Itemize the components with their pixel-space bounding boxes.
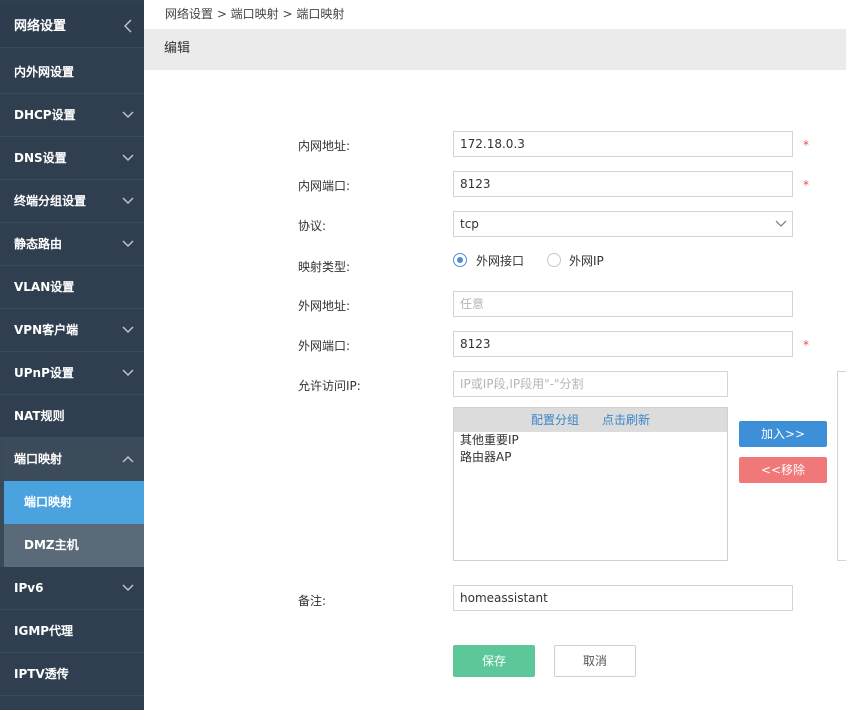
map-type-label: 映射类型:: [298, 260, 351, 274]
chevron-down-icon: [122, 369, 134, 376]
sidebar-subitem-label: 端口映射: [24, 495, 73, 509]
allow-ip-label: 允许访问IP:: [298, 379, 361, 393]
add-button[interactable]: 加入>>: [739, 421, 827, 447]
sidebar-item-nat[interactable]: NAT规则: [0, 395, 144, 438]
remark-input[interactable]: homeassistant: [453, 585, 793, 611]
sidebar-item-igmp[interactable]: IGMP代理: [0, 610, 144, 653]
group-listbox[interactable]: 配置分组 点击刷新 其他重要IP 路由器AP: [453, 407, 728, 561]
chevron-down-icon: [122, 326, 134, 333]
wan-port-input[interactable]: 8123: [453, 331, 793, 357]
remove-button[interactable]: <<移除: [739, 457, 827, 483]
sidebar-item-port-mapping[interactable]: 端口映射: [0, 438, 144, 481]
map-type-radio-wan-interface[interactable]: [453, 253, 467, 267]
lan-ip-input[interactable]: 172.18.0.3: [453, 131, 793, 157]
chevron-up-icon: [122, 456, 134, 463]
required-mark: *: [803, 178, 809, 192]
wan-port-label: 外网端口:: [298, 339, 351, 353]
lan-port-label: 内网端口:: [298, 179, 351, 193]
sidebar-header-network-settings[interactable]: 网络设置: [0, 5, 144, 48]
map-type-option-label: 外网接口: [476, 254, 525, 268]
sidebar-subitem-dmz[interactable]: DMZ主机: [4, 524, 144, 567]
sidebar-item-label: DNS设置: [14, 151, 67, 165]
sidebar-item-label: 内外网设置: [14, 65, 75, 79]
chevron-down-icon: [122, 584, 134, 591]
sidebar-item-label: VPN客户端: [14, 323, 79, 337]
required-mark: *: [803, 338, 809, 352]
page-title: 编辑: [144, 29, 846, 70]
sidebar-header-label: 网络设置: [14, 19, 67, 34]
sidebar-subitem-label: DMZ主机: [24, 538, 79, 552]
breadcrumb: 网络设置 > 端口映射 > 端口映射: [165, 7, 345, 21]
allow-ip-input[interactable]: IP或IP段,IP段用"-"分割: [453, 371, 728, 397]
selected-ip-listbox[interactable]: [837, 371, 846, 561]
protocol-select[interactable]: tcp: [453, 211, 793, 237]
wan-addr-label: 外网地址:: [298, 299, 351, 313]
chevron-down-icon: [122, 154, 134, 161]
listbox-header: 配置分组 点击刷新: [454, 408, 727, 432]
sidebar-item-static-route[interactable]: 静态路由: [0, 223, 144, 266]
sidebar-item-terminal-group[interactable]: 终端分组设置: [0, 180, 144, 223]
sidebar-item-dns[interactable]: DNS设置: [0, 137, 144, 180]
chevron-down-icon: [122, 240, 134, 247]
lan-port-input[interactable]: 8123: [453, 171, 793, 197]
sidebar-item-label: 终端分组设置: [14, 194, 87, 208]
sidebar-item-label: VLAN设置: [14, 280, 75, 294]
sidebar-item-label: 端口映射: [14, 452, 63, 466]
sidebar-item-iptv[interactable]: IPTV透传: [0, 653, 144, 696]
sidebar-item-label: IGMP代理: [14, 624, 74, 638]
chevron-left-icon: [124, 19, 132, 33]
sidebar-item-upnp[interactable]: UPnP设置: [0, 352, 144, 395]
chevron-down-icon: [122, 197, 134, 204]
remark-label: 备注:: [298, 594, 327, 608]
sidebar-item-vpn-client[interactable]: VPN客户端: [0, 309, 144, 352]
sidebar-item-lan-wan[interactable]: 内外网设置: [0, 51, 144, 94]
cancel-button[interactable]: 取消: [554, 645, 636, 677]
sidebar-item-label: IPv6: [14, 581, 44, 595]
save-button[interactable]: 保存: [453, 645, 535, 677]
sidebar-item-label: NAT规则: [14, 409, 65, 423]
config-group-link[interactable]: 配置分组: [531, 408, 579, 432]
required-mark: *: [803, 138, 809, 152]
sidebar: 网络设置 内外网设置 DHCP设置 DNS设置 终端分组设置 静态路由 VLAN…: [0, 0, 144, 710]
wan-addr-input[interactable]: 任意: [453, 291, 793, 317]
sidebar-item-label: 静态路由: [14, 237, 63, 251]
map-type-option-label: 外网IP: [569, 254, 604, 268]
sidebar-item-label: IPTV透传: [14, 667, 69, 681]
chevron-down-icon: [122, 111, 134, 118]
list-item[interactable]: 其他重要IP: [454, 432, 727, 449]
protocol-label: 协议:: [298, 219, 327, 233]
sidebar-subitem-port-mapping[interactable]: 端口映射: [4, 481, 144, 524]
sidebar-item-ipv6[interactable]: IPv6: [0, 567, 144, 610]
lan-ip-label: 内网地址:: [298, 139, 351, 153]
map-type-radio-wan-ip[interactable]: [547, 253, 561, 267]
sidebar-item-vlan[interactable]: VLAN设置: [0, 266, 144, 309]
sidebar-item-label: DHCP设置: [14, 108, 76, 122]
list-item[interactable]: 路由器AP: [454, 449, 727, 466]
sidebar-item-dhcp[interactable]: DHCP设置: [0, 94, 144, 137]
protocol-selected-value: tcp: [460, 217, 479, 231]
sidebar-item-label: UPnP设置: [14, 366, 74, 380]
refresh-link[interactable]: 点击刷新: [602, 408, 650, 432]
edit-title: 编辑: [164, 41, 191, 56]
chevron-down-icon: [775, 220, 787, 227]
